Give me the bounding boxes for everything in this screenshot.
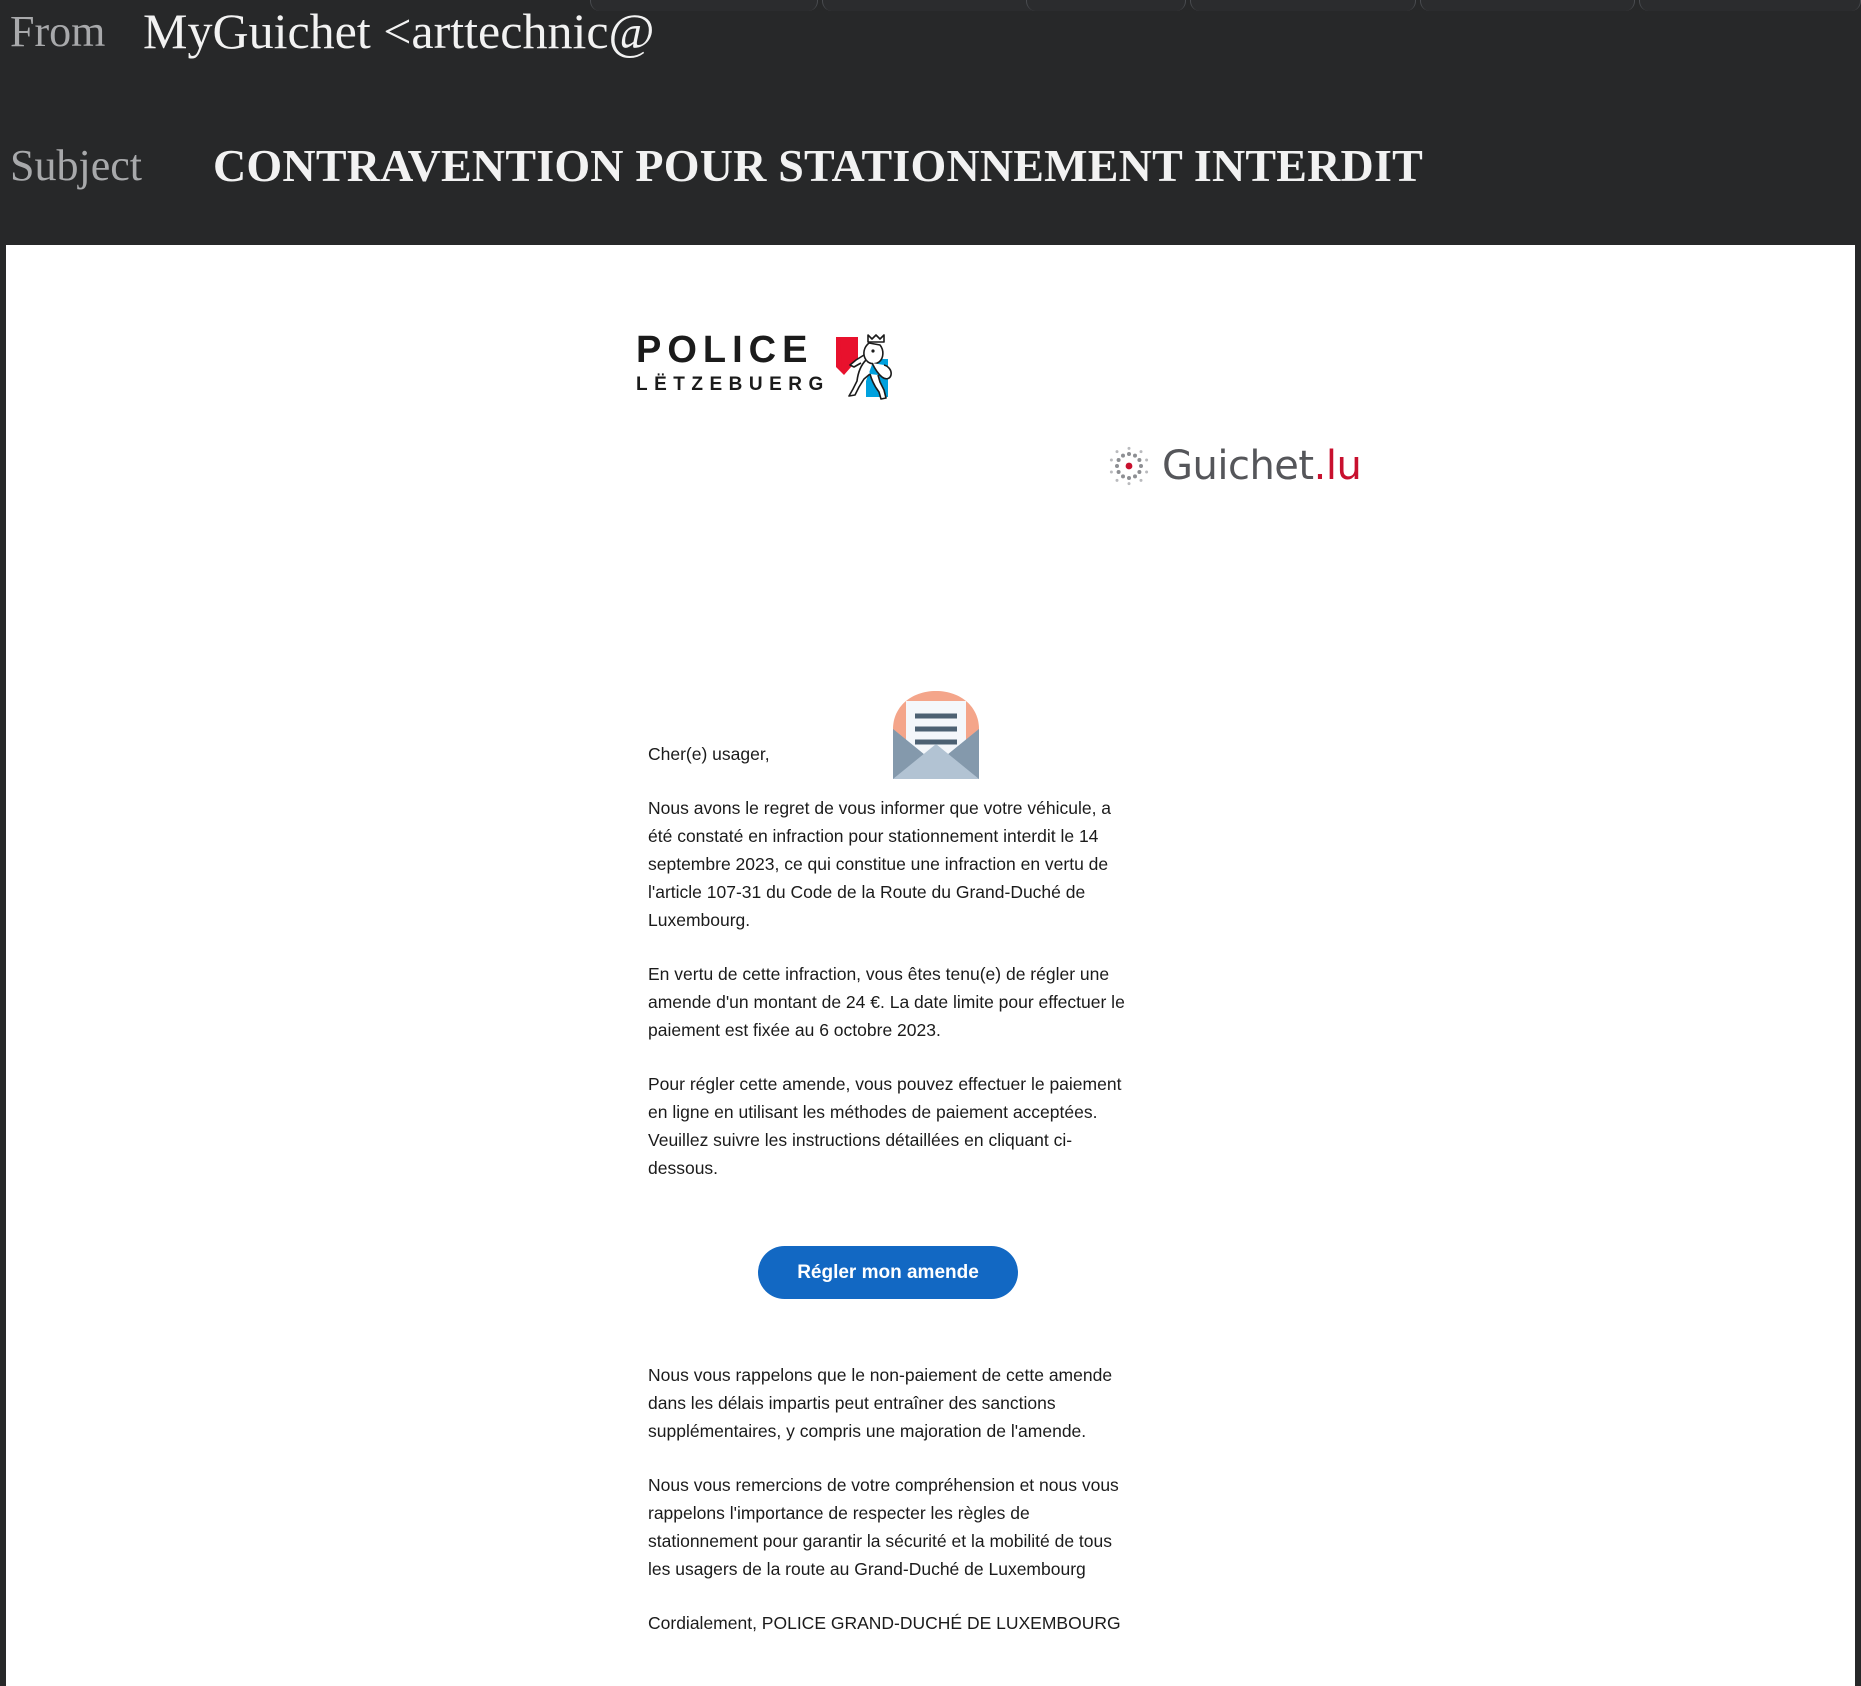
email-content: Cher(e) usager, Nous avons le regret de … xyxy=(648,740,1128,1663)
browser-tab[interactable] xyxy=(1639,0,1861,11)
signoff: Cordialement, POLICE GRAND-DUCHÉ DE LUXE… xyxy=(648,1613,1121,1633)
luxembourg-lion-emblem-icon xyxy=(836,334,892,400)
email-body: POLICE LËTZEBUERG Guichet.lu Cher(e) usa… xyxy=(6,245,1855,1686)
police-wordmark: POLICE LËTZEBUERG xyxy=(636,331,830,394)
guichet-tld: .lu xyxy=(1313,443,1362,489)
cta-container: Régler mon amende xyxy=(648,1246,1128,1299)
guichet-lu-logo: Guichet.lu xyxy=(1108,443,1362,489)
paragraph-amount: En vertu de cette infraction, vous êtes … xyxy=(648,964,1125,1040)
mail-header: From MyGuichet <arttechnic@ Subject CONT… xyxy=(0,0,1861,245)
pay-fine-button[interactable]: Régler mon amende xyxy=(758,1246,1018,1299)
paragraph-thanks: Nous vous remercions de votre compréhens… xyxy=(648,1475,1119,1579)
subject-value: CONTRAVENTION POUR STATIONNEMENT INTERDI… xyxy=(213,140,1423,191)
guichet-name: Guichet xyxy=(1162,443,1314,489)
guichet-dots-icon xyxy=(1108,445,1150,487)
paragraph-infraction: Nous avons le regret de vous informer qu… xyxy=(648,798,1112,930)
paragraph-payment: Pour régler cette amende, vous pouvez ef… xyxy=(648,1074,1122,1178)
browser-tab[interactable] xyxy=(822,0,1046,11)
subject-label: Subject xyxy=(10,141,142,190)
email-viewer: From MyGuichet <arttechnic@ Subject CONT… xyxy=(0,0,1861,1686)
guichet-wordmark: Guichet.lu xyxy=(1162,443,1362,489)
browser-tab[interactable] xyxy=(1026,0,1186,11)
police-logo-primary-text: POLICE xyxy=(636,329,814,371)
right-gutter xyxy=(1855,245,1861,1686)
paragraph-late-penalty: Nous vous rappelons que le non-paiement … xyxy=(648,1365,1113,1441)
browser-tab[interactable] xyxy=(1190,0,1416,11)
browser-tab[interactable] xyxy=(1420,0,1635,11)
police-logo-secondary-text: LËTZEBUERG xyxy=(636,374,830,395)
greeting: Cher(e) usager, xyxy=(648,744,770,764)
from-label: From xyxy=(10,7,106,56)
police-letzebuerg-logo: POLICE LËTZEBUERG xyxy=(636,331,906,407)
from-value[interactable]: MyGuichet <arttechnic@ xyxy=(143,2,655,60)
